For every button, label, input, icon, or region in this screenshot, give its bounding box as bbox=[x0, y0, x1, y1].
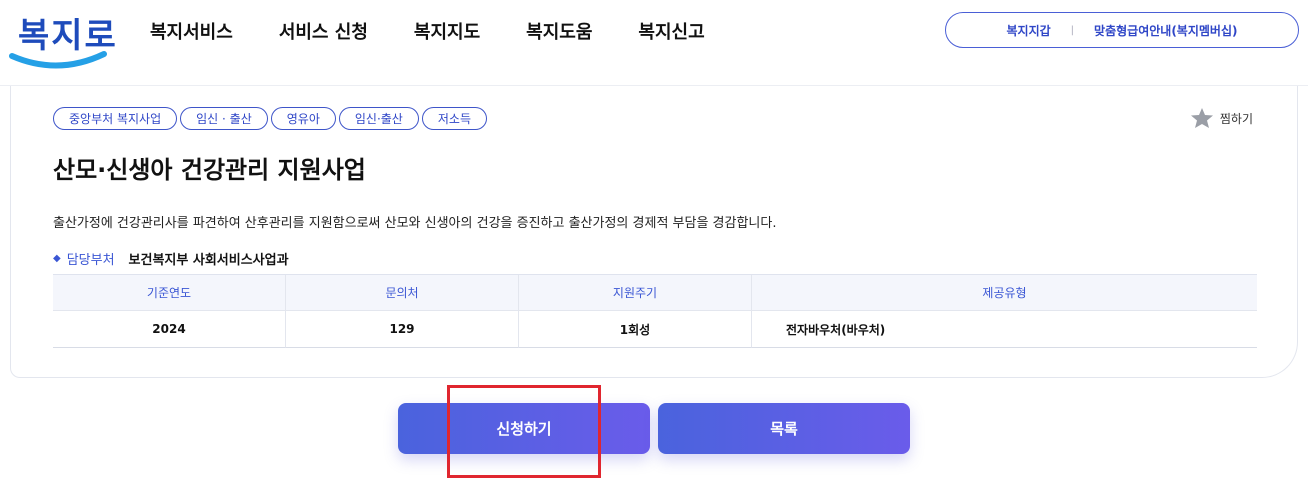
util-separator: | bbox=[1070, 24, 1075, 36]
nav-welfare-help[interactable]: 복지도움 bbox=[526, 18, 592, 44]
tag-pregnancy-birth-2: 임신·출산 bbox=[338, 107, 419, 130]
nav-welfare-service[interactable]: 복지서비스 bbox=[150, 18, 233, 44]
welfare-wallet-link[interactable]: 복지지갑 bbox=[1007, 22, 1051, 39]
tag-central-ministry: 중앙부처 복지사업 bbox=[53, 107, 178, 130]
favorite-label: 찜하기 bbox=[1219, 111, 1253, 126]
logo-swoosh-icon bbox=[9, 51, 107, 69]
tag-low-income: 저소득 bbox=[421, 107, 487, 130]
bullet-icon: ◆ bbox=[53, 253, 61, 264]
department-label: 담당부처 bbox=[66, 253, 115, 268]
nav-welfare-map[interactable]: 복지지도 bbox=[414, 18, 480, 44]
favorite-button[interactable]: 찜하기 bbox=[1190, 107, 1253, 129]
table-header-row: 기준연도 문의처 지원주기 제공유형 bbox=[53, 275, 1257, 311]
header-support-cycle: 지원주기 bbox=[519, 275, 752, 311]
tag-pregnancy-birth: 임신 · 출산 bbox=[180, 107, 268, 130]
cell-support-cycle: 1회성 bbox=[519, 311, 752, 348]
cell-provision-type: 전자바우처(바우처) bbox=[752, 311, 1257, 348]
department-value: 보건복지부 사회서비스사업과 bbox=[128, 253, 289, 268]
site-header: 복지로 복지서비스 서비스 신청 복지지도 복지도움 복지신고 복지지갑 | 맞… bbox=[0, 0, 1308, 86]
table-row: 2024 129 1회성 전자바우처(바우처) bbox=[53, 311, 1257, 348]
header-provision-type: 제공유형 bbox=[752, 275, 1257, 311]
service-description: 출산가정에 건강관리사를 파견하여 산후관리를 지원함으로써 산모와 신생아의 … bbox=[53, 216, 777, 231]
nav-service-apply[interactable]: 서비스 신청 bbox=[279, 18, 368, 44]
cell-contact: 129 bbox=[286, 311, 519, 348]
service-detail-card: 중앙부처 복지사업 임신 · 출산 영유아 임신·출산 저소득 찜하기 산모·신… bbox=[10, 86, 1298, 378]
nav-welfare-report[interactable]: 복지신고 bbox=[638, 18, 704, 44]
service-title: 산모·신생아 건강관리 지원사업 bbox=[53, 156, 366, 184]
main-nav: 복지서비스 서비스 신청 복지지도 복지도움 복지신고 bbox=[150, 18, 751, 44]
utility-links: 복지지갑 | 맞춤형급여안내(복지멤버십) bbox=[945, 12, 1299, 48]
apply-button[interactable]: 신청하기 bbox=[398, 403, 650, 454]
cell-base-year: 2024 bbox=[53, 311, 286, 348]
bokjiro-logo[interactable]: 복지로 bbox=[8, 6, 116, 76]
tag-infant: 영유아 bbox=[270, 107, 336, 130]
membership-link[interactable]: 맞춤형급여안내(복지멤버십) bbox=[1094, 22, 1237, 39]
list-button[interactable]: 목록 bbox=[658, 403, 910, 454]
department-info: ◆ 담당부처 보건복지부 사회서비스사업과 bbox=[53, 249, 289, 268]
header-contact: 문의처 bbox=[286, 275, 519, 311]
category-tags: 중앙부처 복지사업 임신 · 출산 영유아 임신·출산 저소득 bbox=[53, 107, 490, 130]
service-info-table: 기준연도 문의처 지원주기 제공유형 2024 129 1회성 전자바우처(바우… bbox=[53, 274, 1257, 348]
header-base-year: 기준연도 bbox=[53, 275, 286, 311]
star-icon bbox=[1190, 108, 1213, 128]
